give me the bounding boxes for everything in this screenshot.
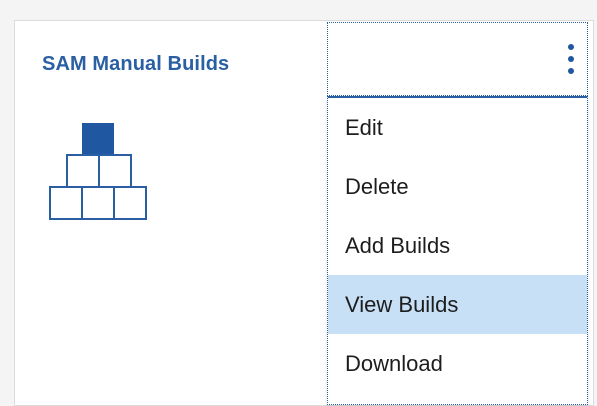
kebab-vertical-icon [568,44,574,78]
pyramid-builds-icon [49,123,147,220]
page: SAM Manual Builds Edit Delete Add Builds… [0,0,597,406]
menu-item-delete[interactable]: Delete [328,157,587,216]
menu-item-edit[interactable]: Edit [328,98,587,157]
overflow-menu: Edit Delete Add Builds View Builds Downl… [327,96,588,405]
menu-item-add-builds[interactable]: Add Builds [328,216,587,275]
menu-item-download[interactable]: Download [328,334,587,393]
builds-card[interactable]: SAM Manual Builds Edit Delete Add Builds… [14,20,594,406]
menu-item-view-builds[interactable]: View Builds [328,275,587,334]
overflow-menu-button[interactable] [327,22,588,96]
card-title: SAM Manual Builds [42,53,230,75]
